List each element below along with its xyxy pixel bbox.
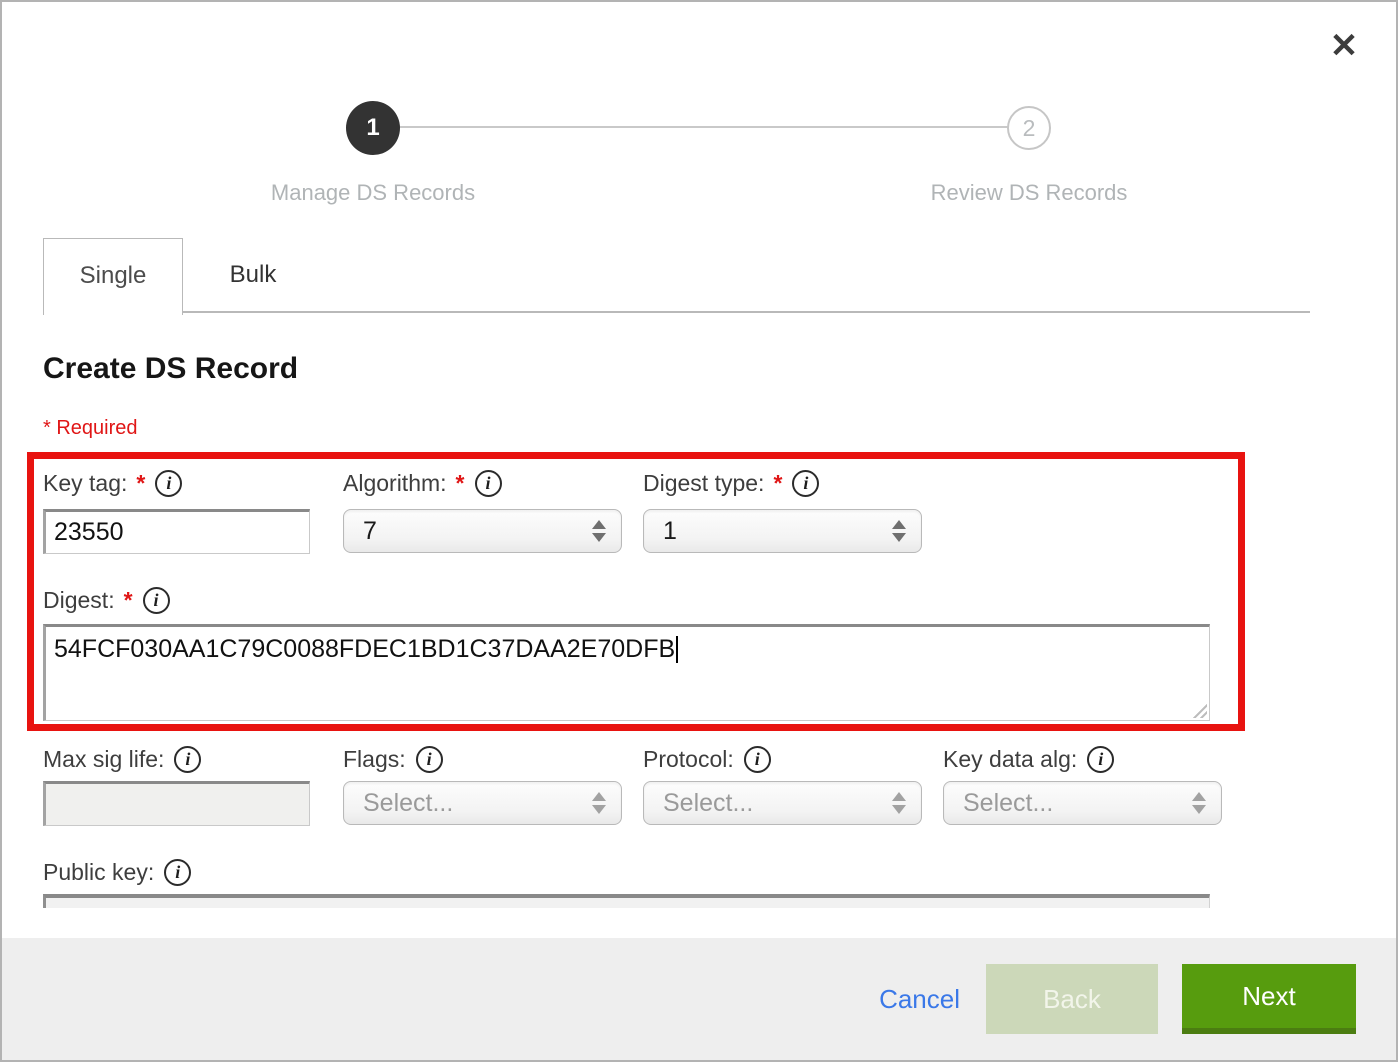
key-tag-field: Key tag: * i <box>43 468 310 554</box>
flags-select[interactable]: Select... <box>343 781 622 825</box>
select-arrows-icon <box>592 520 606 542</box>
public-key-label: Public key: <box>43 859 154 886</box>
footer: Cancel Back Next <box>2 938 1396 1060</box>
text-caret <box>676 636 678 663</box>
key-data-alg-info-icon[interactable]: i <box>1087 746 1114 773</box>
digest-type-required-mark: * <box>773 470 782 497</box>
tab-bulk[interactable]: Bulk <box>183 238 323 313</box>
flags-label: Flags: <box>343 746 406 773</box>
back-button[interactable]: Back <box>986 964 1158 1034</box>
algorithm-required-mark: * <box>456 470 465 497</box>
algorithm-info-icon[interactable]: i <box>475 470 502 497</box>
algorithm-field: Algorithm: * i 7 <box>343 468 622 553</box>
max-sig-life-info-icon[interactable]: i <box>174 746 201 773</box>
key-tag-info-icon[interactable]: i <box>155 470 182 497</box>
max-sig-life-label: Max sig life: <box>43 746 164 773</box>
key-data-alg-select-value: Select... <box>963 789 1053 817</box>
step-2-label: Review DS Records <box>931 180 1128 206</box>
algorithm-select[interactable]: 7 <box>343 509 622 553</box>
resize-handle-icon[interactable] <box>1190 701 1207 718</box>
digest-type-label: Digest type: <box>643 470 764 497</box>
key-data-alg-select[interactable]: Select... <box>943 781 1222 825</box>
algorithm-label: Algorithm: <box>343 470 447 497</box>
digest-type-info-icon[interactable]: i <box>792 470 819 497</box>
close-icon: ✕ <box>1330 27 1359 65</box>
public-key-field: Public key: i <box>43 857 1210 908</box>
next-button[interactable]: Next <box>1182 964 1356 1034</box>
cancel-button[interactable]: Cancel <box>879 984 960 1015</box>
select-arrows-icon <box>592 792 606 814</box>
protocol-label: Protocol: <box>643 746 734 773</box>
digest-value: 54FCF030AA1C79C0088FDEC1BD1C37DAA2E70DFB <box>54 635 675 663</box>
page-title: Create DS Record <box>43 352 298 386</box>
flags-field: Flags: i Select... <box>343 744 622 825</box>
digest-type-select[interactable]: 1 <box>643 509 922 553</box>
max-sig-life-field: Max sig life: i <box>43 744 310 826</box>
max-sig-life-input[interactable] <box>43 781 310 826</box>
public-key-textarea[interactable] <box>43 894 1210 908</box>
close-button[interactable]: ✕ <box>1320 24 1368 68</box>
select-arrows-icon <box>1192 792 1206 814</box>
digest-field: Digest: * i 54FCF030AA1C79C0088FDEC1BD1C… <box>43 585 1210 721</box>
algorithm-select-value: 7 <box>363 517 377 545</box>
key-tag-required-mark: * <box>136 470 145 497</box>
select-arrows-icon <box>892 792 906 814</box>
key-tag-input[interactable] <box>43 509 310 554</box>
key-data-alg-field: Key data alg: i Select... <box>943 744 1222 825</box>
digest-type-field: Digest type: * i 1 <box>643 468 922 553</box>
step-1-label: Manage DS Records <box>271 180 475 206</box>
flags-select-value: Select... <box>363 789 453 817</box>
protocol-select-value: Select... <box>663 789 753 817</box>
flags-info-icon[interactable]: i <box>416 746 443 773</box>
digest-textarea[interactable]: 54FCF030AA1C79C0088FDEC1BD1C37DAA2E70DFB <box>43 624 1210 721</box>
digest-type-select-value: 1 <box>663 517 677 545</box>
step-2-circle: 2 <box>1007 106 1051 150</box>
protocol-field: Protocol: i Select... <box>643 744 922 825</box>
digest-info-icon[interactable]: i <box>143 587 170 614</box>
select-arrows-icon <box>892 520 906 542</box>
create-ds-record-modal: ✕ 1 2 Manage DS Records Review DS Record… <box>0 0 1398 1062</box>
key-tag-label: Key tag: <box>43 470 127 497</box>
digest-required-mark: * <box>124 587 133 614</box>
stepper-connector <box>398 126 1009 128</box>
required-note: * Required <box>43 417 138 440</box>
protocol-select[interactable]: Select... <box>643 781 922 825</box>
protocol-info-icon[interactable]: i <box>744 746 771 773</box>
public-key-info-icon[interactable]: i <box>164 859 191 886</box>
tab-single[interactable]: Single <box>43 238 183 315</box>
tab-bar: Single Bulk <box>43 238 1310 313</box>
key-data-alg-label: Key data alg: <box>943 746 1077 773</box>
digest-label: Digest: <box>43 587 115 614</box>
step-1-circle: 1 <box>346 101 400 155</box>
